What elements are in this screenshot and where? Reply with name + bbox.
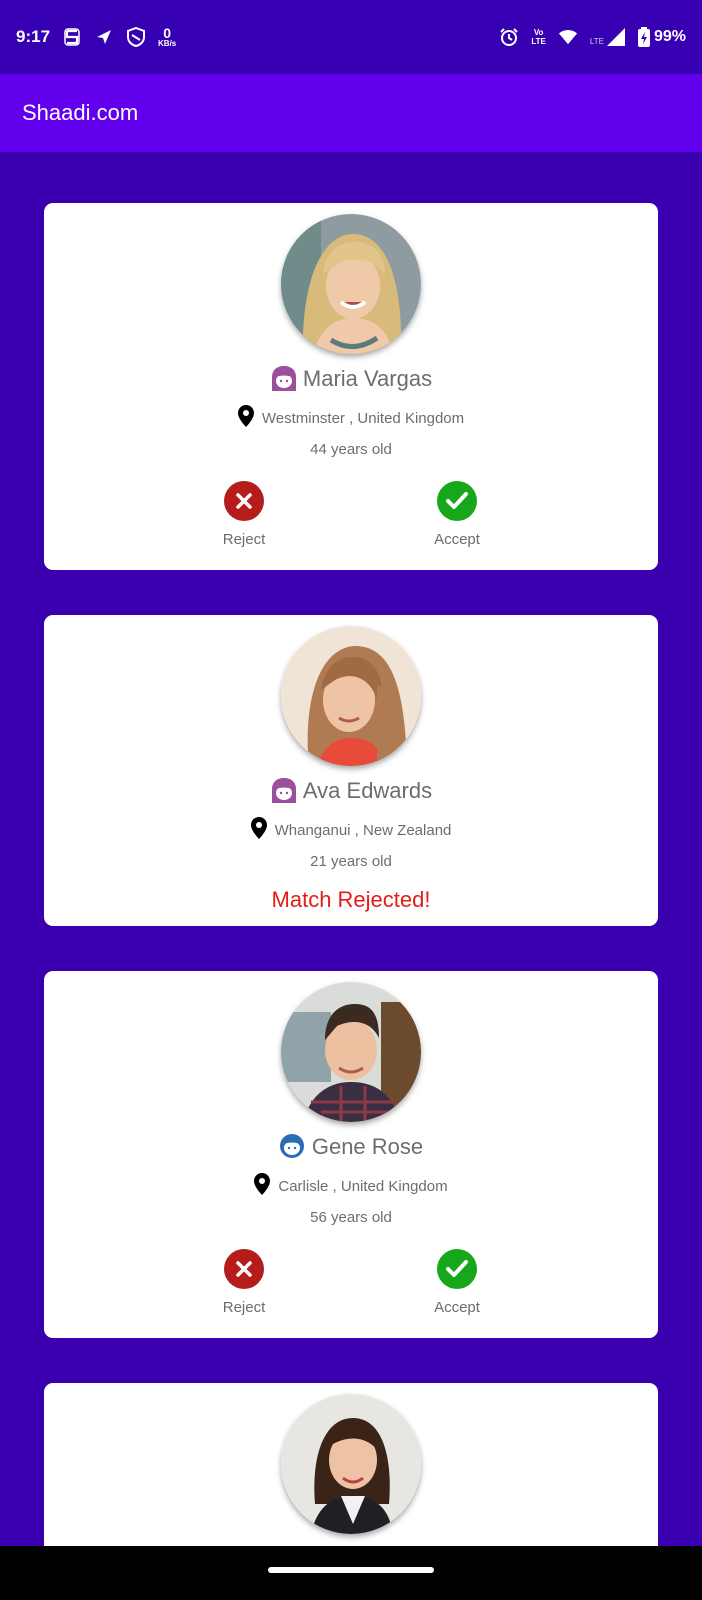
volte-indicator: Vo LTE bbox=[531, 28, 546, 46]
match-actions: Reject Accept bbox=[44, 481, 658, 567]
status-time: 9:17 bbox=[16, 27, 51, 46]
status-bar: 9:17 0 KB/s Vo LTE LTE 99% bbox=[0, 0, 702, 74]
shield-icon bbox=[126, 27, 146, 47]
accept-button[interactable]: Accept bbox=[412, 1249, 502, 1316]
reject-button[interactable]: Reject bbox=[199, 481, 289, 548]
reject-icon[interactable] bbox=[224, 1249, 264, 1289]
profile-card bbox=[44, 1383, 658, 1546]
female-icon bbox=[270, 777, 298, 805]
location-pin-icon bbox=[237, 405, 254, 432]
location-row: Carlisle , United Kingdom bbox=[44, 1173, 658, 1200]
status-right: Vo LTE LTE 99% bbox=[499, 27, 686, 47]
profile-name: Maria Vargas bbox=[302, 366, 433, 391]
app-title: Shaadi.com bbox=[22, 100, 139, 125]
network-speed: 0 KB/s bbox=[158, 26, 176, 48]
profile-photo bbox=[281, 626, 421, 766]
profile-name: Gene Rose bbox=[311, 1134, 424, 1159]
home-gesture-handle[interactable] bbox=[268, 1567, 434, 1573]
name-row: Gene Rose bbox=[44, 1133, 658, 1161]
navigation-icon bbox=[94, 27, 114, 47]
profile-age: 21 years old bbox=[310, 853, 392, 870]
location-pin-icon bbox=[250, 817, 267, 844]
wifi-icon bbox=[558, 27, 578, 47]
reject-label[interactable]: Reject bbox=[223, 1299, 266, 1316]
profile-card: Ava Edwards Whanganui , New Zealand 21 y… bbox=[44, 615, 658, 926]
profile-photo bbox=[281, 1394, 421, 1534]
signal-icon bbox=[606, 27, 626, 47]
reject-label[interactable]: Reject bbox=[223, 531, 266, 548]
reject-button[interactable]: Reject bbox=[199, 1249, 289, 1316]
profile-age: 56 years old bbox=[310, 1209, 392, 1226]
lte-label: LTE bbox=[589, 37, 604, 46]
profile-card: Maria Vargas Westminster , United Kingdo… bbox=[44, 203, 658, 570]
profile-card: Gene Rose Carlisle , United Kingdom 56 y… bbox=[44, 971, 658, 1338]
status-left: 9:17 0 KB/s bbox=[16, 26, 176, 48]
name-row: Ava Edwards bbox=[44, 777, 658, 805]
female-icon bbox=[270, 365, 298, 393]
volte-top: Vo bbox=[533, 28, 544, 37]
profile-location: Westminster , United Kingdom bbox=[261, 410, 465, 427]
profile-photo bbox=[281, 214, 421, 354]
s-icon bbox=[62, 27, 82, 47]
network-speed-unit: KB/s bbox=[158, 39, 177, 48]
battery-icon bbox=[637, 27, 650, 47]
male-icon bbox=[279, 1133, 307, 1161]
match-status-message: Match Rejected! bbox=[271, 887, 431, 912]
navigation-bar bbox=[0, 1546, 702, 1600]
reject-icon[interactable] bbox=[224, 481, 264, 521]
location-row: Westminster , United Kingdom bbox=[44, 405, 658, 432]
profile-age: 44 years old bbox=[310, 441, 392, 458]
profile-location: Carlisle , United Kingdom bbox=[278, 1178, 448, 1195]
accept-label[interactable]: Accept bbox=[434, 531, 480, 548]
profile-photo bbox=[281, 982, 421, 1122]
accept-icon[interactable] bbox=[437, 481, 477, 521]
location-row: Whanganui , New Zealand bbox=[44, 817, 658, 844]
accept-button[interactable]: Accept bbox=[412, 481, 502, 548]
match-list[interactable]: Maria Vargas Westminster , United Kingdo… bbox=[0, 152, 702, 1546]
app-bar: Shaadi.com bbox=[0, 74, 702, 152]
accept-label[interactable]: Accept bbox=[434, 1299, 480, 1316]
location-pin-icon bbox=[254, 1173, 271, 1200]
profile-location: Whanganui , New Zealand bbox=[274, 822, 452, 839]
match-actions: Reject Accept bbox=[44, 1249, 658, 1335]
name-row: Maria Vargas bbox=[44, 365, 658, 393]
battery-level: 99% bbox=[653, 28, 686, 45]
accept-icon[interactable] bbox=[437, 1249, 477, 1289]
profile-name: Ava Edwards bbox=[302, 778, 433, 803]
network-speed-value: 0 bbox=[163, 25, 172, 41]
alarm-icon bbox=[499, 27, 519, 47]
volte-bottom: LTE bbox=[531, 37, 546, 46]
